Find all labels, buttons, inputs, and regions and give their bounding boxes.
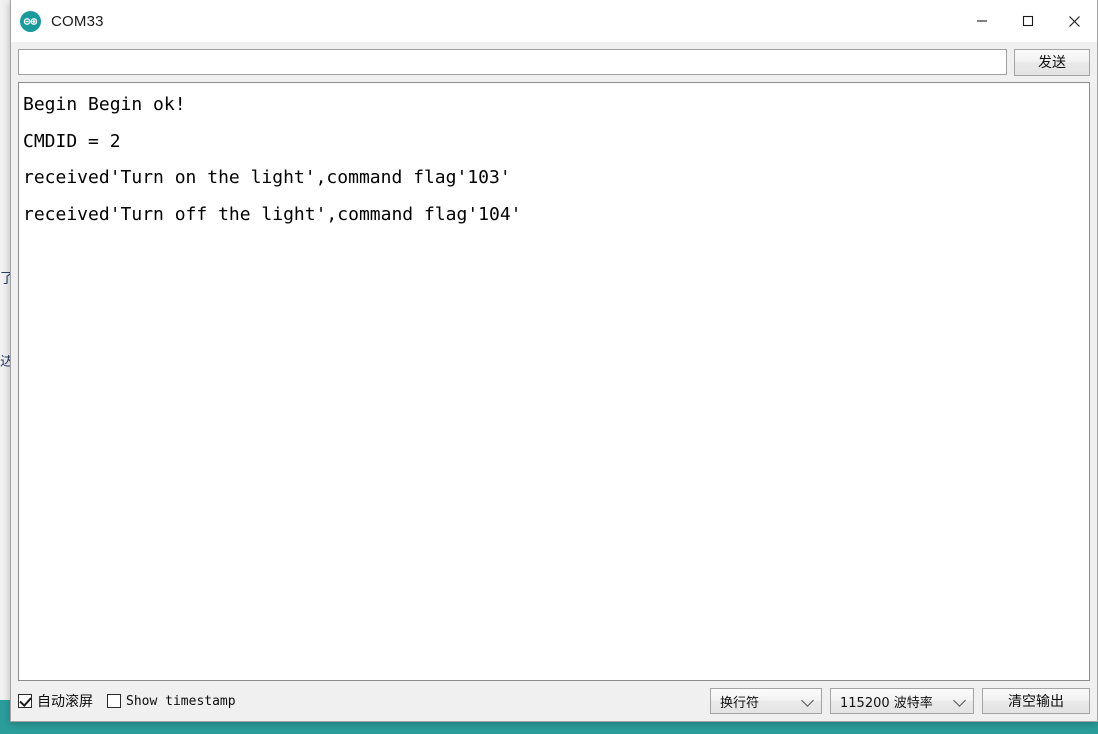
show-timestamp-label: Show timestamp [126, 693, 236, 709]
send-button[interactable]: 发送 [1014, 48, 1090, 76]
maximize-button[interactable] [1005, 0, 1051, 42]
close-icon [1068, 15, 1080, 27]
console-output-text: Begin Begin ok! CMDID = 2 received'Turn … [23, 94, 522, 225]
baud-rate-dropdown-value: 115200 波特率 [840, 695, 933, 711]
newline-dropdown[interactable]: 换行符 [710, 688, 822, 714]
show-timestamp-checkbox[interactable] [107, 694, 121, 708]
arduino-logo-icon [20, 10, 41, 32]
chevron-down-icon [953, 694, 966, 707]
window-controls [959, 0, 1097, 42]
minimize-icon [977, 20, 987, 22]
window-title: COM33 [51, 12, 104, 30]
clear-output-button[interactable]: 清空输出 [982, 688, 1090, 714]
newline-dropdown-value: 换行符 [720, 695, 760, 711]
send-bar: 发送 [11, 42, 1097, 82]
minimize-button[interactable] [959, 0, 1005, 42]
baud-rate-dropdown[interactable]: 115200 波特率 [830, 688, 974, 714]
send-input[interactable] [18, 49, 1007, 75]
autoscroll-checkbox-group[interactable]: 自动滚屏 [18, 691, 93, 711]
timestamp-checkbox-group[interactable]: Show timestamp [107, 694, 236, 709]
serial-monitor-window: COM33 发送 Begin Begin ok! CMDID = 2 recei… [10, 0, 1098, 722]
chevron-down-icon [801, 694, 814, 707]
title-bar[interactable]: COM33 [11, 0, 1097, 42]
maximize-icon [1022, 15, 1034, 27]
autoscroll-checkbox[interactable] [18, 694, 32, 708]
close-button[interactable] [1051, 0, 1097, 42]
autoscroll-label: 自动滚屏 [37, 694, 93, 710]
bottom-toolbar: 自动滚屏 Show timestamp 换行符 115200 波特率 清空输出 [11, 681, 1097, 721]
console-output-area[interactable]: Begin Begin ok! CMDID = 2 received'Turn … [18, 82, 1090, 681]
